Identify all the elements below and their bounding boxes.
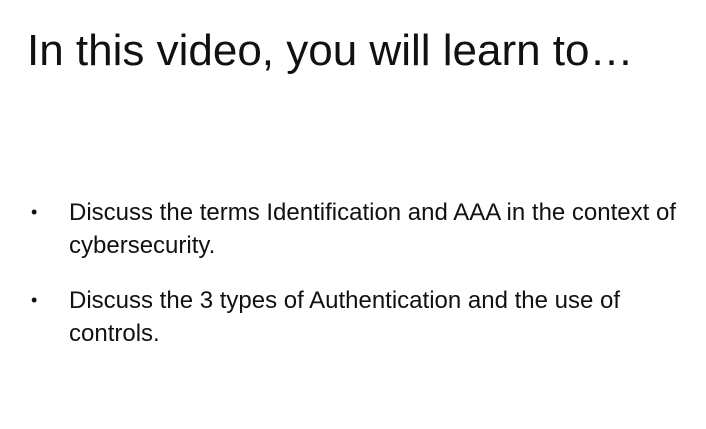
bullet-item: • Discuss the 3 types of Authentication … (0, 284, 706, 350)
bullet-marker: • (31, 290, 38, 310)
slide-title: In this video, you will learn to… (27, 26, 634, 75)
bullet-text: Discuss the terms Identification and AAA… (69, 199, 676, 259)
bullet-marker: • (31, 202, 38, 222)
bullet-item: • Discuss the terms Identification and A… (0, 196, 706, 262)
bullet-list: • Discuss the terms Identification and A… (0, 196, 706, 350)
bullet-text: Discuss the 3 types of Authentication an… (69, 287, 621, 347)
slide: In this video, you will learn to… • Disc… (0, 0, 706, 429)
